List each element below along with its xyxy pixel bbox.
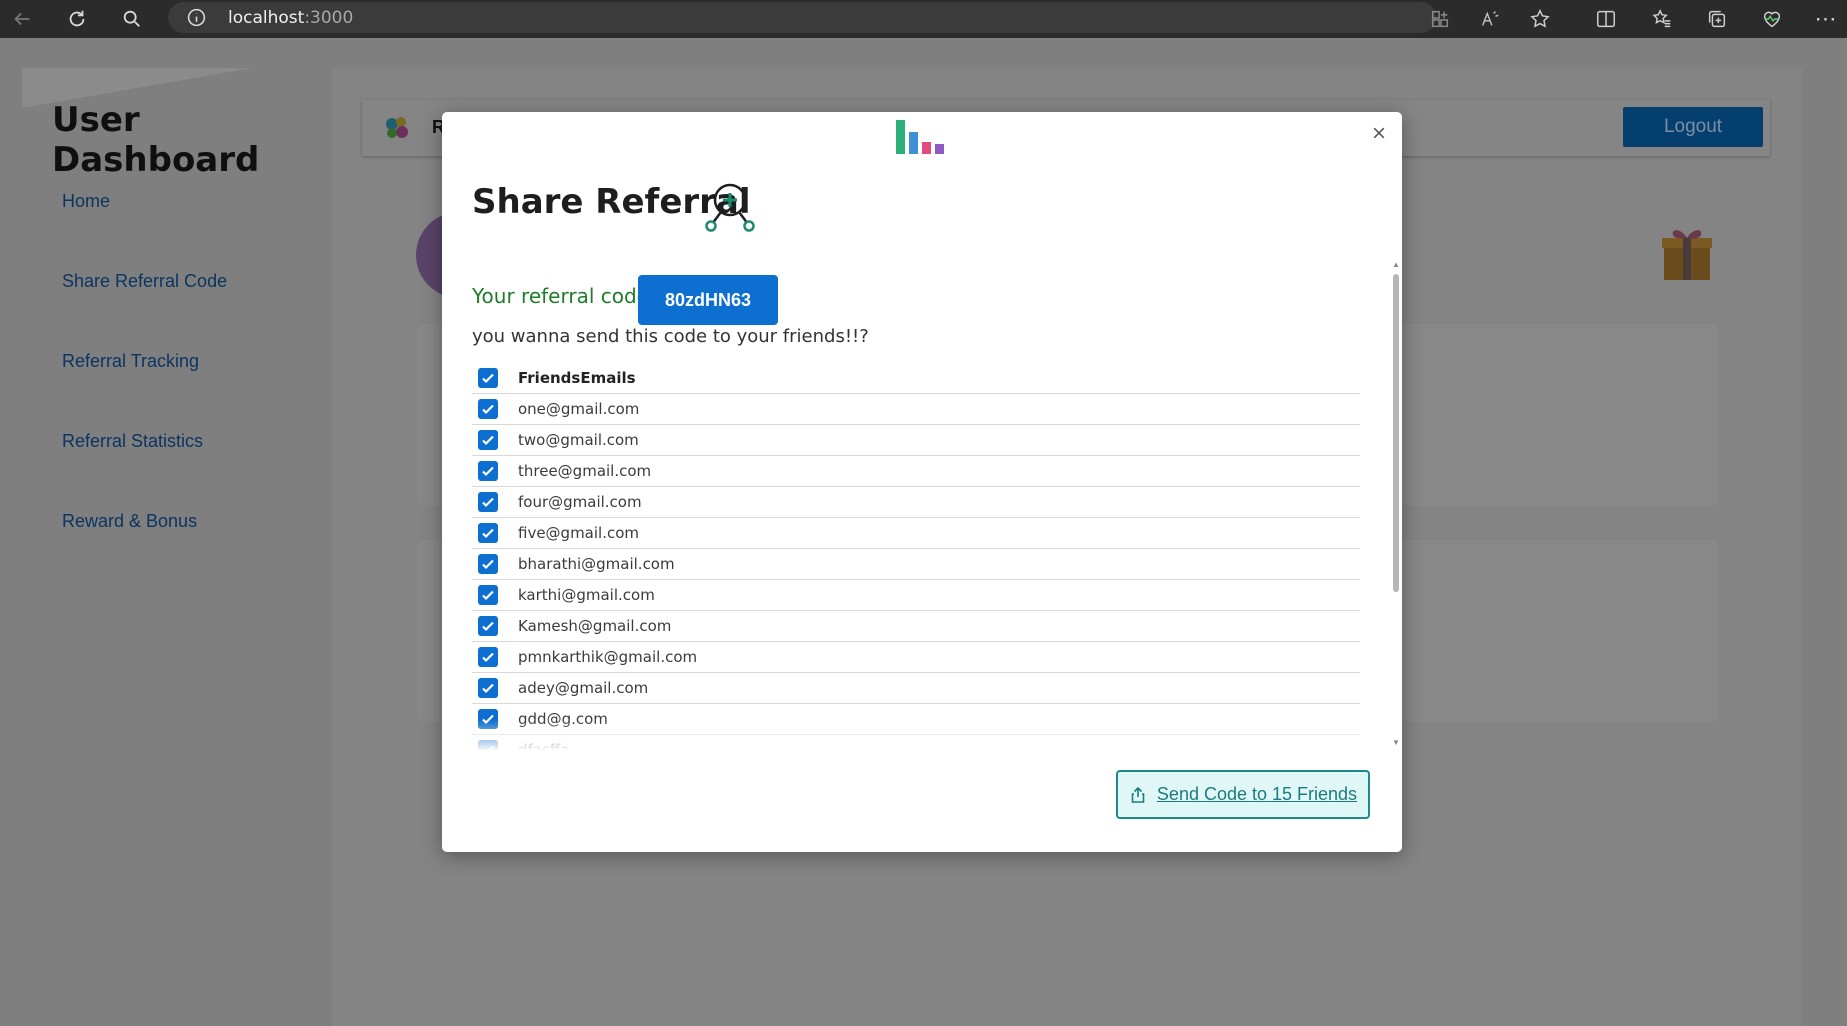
email-cell: two@gmail.com (518, 431, 639, 449)
url-text: localhost:3000 (228, 8, 354, 28)
performance-icon[interactable] (1752, 0, 1792, 38)
row-checkbox[interactable] (478, 709, 498, 729)
scrollbar-thumb[interactable] (1393, 274, 1399, 592)
more-icon[interactable]: ⋯ (1806, 0, 1846, 38)
row-checkbox[interactable] (478, 678, 498, 698)
table-row[interactable]: gdd@g.com (472, 704, 1360, 735)
table-row[interactable]: karthi@gmail.com (472, 580, 1360, 611)
split-screen-icon[interactable] (1586, 0, 1626, 38)
email-cell: gdd@g.com (518, 710, 608, 728)
email-cell: five@gmail.com (518, 524, 640, 542)
send-code-label: Send Code to 15 Friends (1156, 784, 1358, 804)
email-cell: dfasffa (518, 741, 570, 750)
brand-logo-icon (386, 117, 408, 138)
sidebar-item-reward-bonus[interactable]: Reward & Bonus (62, 511, 197, 532)
modal-body: Your referral code: 80zdHN63 you wanna s… (442, 260, 1402, 862)
table-row[interactable]: five@gmail.com (472, 518, 1360, 549)
email-cell: karthi@gmail.com (518, 586, 655, 604)
row-checkbox[interactable] (478, 585, 498, 605)
table-row[interactable]: bharathi@gmail.com (472, 549, 1360, 580)
table-row[interactable]: pmnkarthik@gmail.com (472, 642, 1360, 673)
email-cell: adey@gmail.com (518, 679, 649, 697)
table-header-row: FriendsEmails (472, 363, 1360, 394)
table-row[interactable]: dfasffa (472, 735, 1360, 750)
logout-button[interactable]: Logout (1623, 107, 1763, 147)
address-bar[interactable]: localhost:3000 (168, 2, 1436, 33)
table-row[interactable]: adey@gmail.com (472, 673, 1360, 704)
back-icon[interactable] (2, 0, 42, 38)
send-prompt-text: you wanna send this code to your friends… (472, 326, 869, 347)
email-cell: bharathi@gmail.com (518, 555, 675, 573)
row-checkbox[interactable] (478, 430, 498, 450)
table-row[interactable]: four@gmail.com (472, 487, 1360, 518)
row-checkbox[interactable] (478, 523, 498, 543)
row-checkbox[interactable] (478, 399, 498, 419)
row-checkbox[interactable] (478, 492, 498, 512)
app-available-icon[interactable] (1420, 0, 1460, 38)
sidebar-item-home[interactable]: Home (62, 191, 110, 212)
scroll-up-arrow-icon[interactable]: ▲ (1392, 260, 1400, 269)
row-checkbox[interactable] (478, 647, 498, 667)
info-icon[interactable] (186, 7, 207, 28)
email-cell: three@gmail.com (518, 462, 652, 480)
table-row[interactable]: Kamesh@gmail.com (472, 611, 1360, 642)
sidebar-item-share-referral-code[interactable]: Share Referral Code (62, 271, 227, 292)
email-cell: pmnkarthik@gmail.com (518, 648, 698, 666)
gift-icon (1662, 230, 1712, 280)
modal-scroll-content[interactable]: Your referral code: 80zdHN63 you wanna s… (442, 260, 1390, 750)
bar-chart-icon (896, 120, 944, 154)
send-code-button[interactable]: Send Code to 15 Friends (1116, 770, 1370, 819)
column-header-friends-emails: FriendsEmails (518, 369, 636, 387)
table-row[interactable]: one@gmail.com (472, 394, 1360, 425)
sidebar-item-referral-tracking[interactable]: Referral Tracking (62, 351, 199, 372)
email-cell: Kamesh@gmail.com (518, 617, 672, 635)
refresh-icon[interactable] (57, 0, 97, 38)
read-aloud-icon[interactable] (1470, 0, 1510, 38)
collections-icon[interactable] (1697, 0, 1737, 38)
row-checkbox[interactable] (478, 740, 498, 750)
sidebar-item-referral-statistics[interactable]: Referral Statistics (62, 431, 203, 452)
close-icon[interactable] (1366, 120, 1392, 146)
share-upload-icon (1131, 786, 1145, 803)
modal-scrollbar[interactable]: ▲ ▼ (1390, 260, 1402, 750)
dashboard-title: User Dashboard (52, 100, 260, 180)
scroll-down-arrow-icon[interactable]: ▼ (1392, 738, 1400, 747)
row-checkbox[interactable] (478, 461, 498, 481)
share-referral-modal: Share Referral Your referral code: 80zdH… (442, 112, 1402, 852)
row-checkbox[interactable] (478, 616, 498, 636)
search-icon[interactable] (112, 0, 152, 38)
referral-code-label: Your referral code: (472, 284, 656, 308)
share-network-icon (705, 183, 755, 232)
favorites-icon[interactable] (1642, 0, 1682, 38)
email-cell: four@gmail.com (518, 493, 642, 511)
email-cell: one@gmail.com (518, 400, 640, 418)
friends-email-table: FriendsEmails one@gmail.com two@gmail.co… (472, 363, 1360, 750)
select-all-checkbox[interactable] (478, 368, 498, 388)
row-checkbox[interactable] (478, 554, 498, 574)
browser-toolbar: localhost:3000 ⋯ (0, 0, 1847, 38)
table-row[interactable]: two@gmail.com (472, 425, 1360, 456)
referral-code-button[interactable]: 80zdHN63 (638, 275, 778, 325)
table-row[interactable]: three@gmail.com (472, 456, 1360, 487)
favorite-star-icon[interactable] (1520, 0, 1560, 38)
